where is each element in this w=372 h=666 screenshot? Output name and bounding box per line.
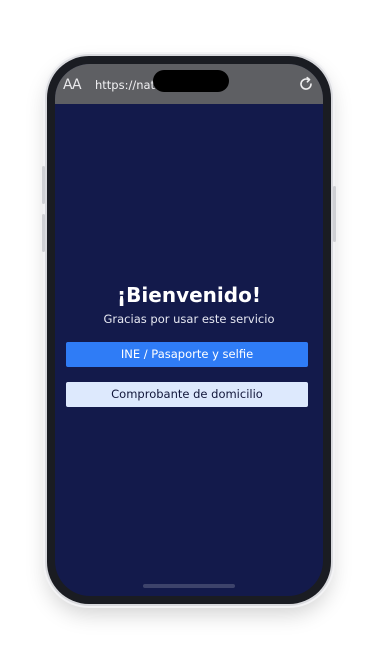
welcome-section: ¡Bienvenido! Gracias por usar este servi… bbox=[55, 282, 323, 326]
side-button-left-lower bbox=[42, 214, 45, 252]
home-indicator bbox=[143, 584, 235, 588]
reload-icon[interactable] bbox=[297, 75, 315, 93]
text-size-label: AA bbox=[63, 77, 82, 93]
phone-frame: AA https://nat…s.com.mx ¡Bienvenido! Gra… bbox=[42, 56, 336, 604]
proof-of-address-button[interactable]: Comprobante de domicilio bbox=[66, 382, 308, 407]
side-button-right bbox=[333, 186, 336, 242]
welcome-title: ¡Bienvenido! bbox=[117, 283, 261, 307]
stage: AA https://nat…s.com.mx ¡Bienvenido! Gra… bbox=[0, 0, 372, 666]
side-button-left bbox=[42, 166, 45, 204]
dynamic-island bbox=[153, 70, 229, 92]
phone-screen: AA https://nat…s.com.mx ¡Bienvenido! Gra… bbox=[55, 64, 323, 596]
id-passport-selfie-button[interactable]: INE / Pasaporte y selfie bbox=[66, 342, 308, 367]
welcome-subtitle: Gracias por usar este servicio bbox=[103, 312, 275, 326]
text-size-button[interactable]: AA bbox=[63, 77, 82, 93]
